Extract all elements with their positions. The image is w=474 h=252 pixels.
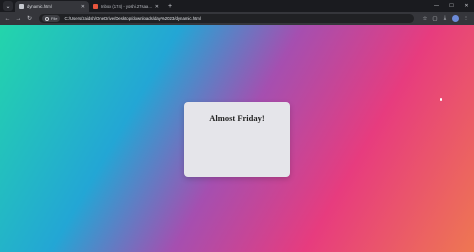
tab-title: dynamic.html <box>27 4 52 9</box>
navigation-toolbar: ← → ↻ File C:/Users/zaidsh/OneDrive/Desk… <box>0 12 474 25</box>
new-tab-button[interactable]: + <box>168 2 172 12</box>
window-controls: — ☐ ✕ <box>429 0 474 12</box>
address-bar[interactable]: File C:/Users/zaidsh/OneDrive/Desktop/do… <box>39 14 414 23</box>
extensions-icon[interactable]: ▢ <box>430 16 440 22</box>
forward-icon[interactable]: → <box>14 14 23 23</box>
download-icon[interactable]: ⤓ <box>440 15 450 22</box>
page-viewport: Almost Friday! <box>0 25 474 252</box>
file-icon <box>19 4 24 9</box>
close-icon[interactable]: ✕ <box>155 4 159 10</box>
mouse-cursor <box>440 98 442 101</box>
mail-icon <box>93 4 98 9</box>
bookmark-star-icon[interactable]: ☆ <box>420 16 430 22</box>
site-info-chip[interactable]: File <box>42 15 61 22</box>
back-icon[interactable]: ← <box>3 14 12 23</box>
card-title: Almost Friday! <box>209 113 265 123</box>
reload-icon[interactable]: ↻ <box>25 14 34 23</box>
profile-avatar[interactable] <box>452 15 459 22</box>
info-icon <box>45 16 49 21</box>
window-close-icon[interactable]: ✕ <box>459 3 474 9</box>
close-icon[interactable]: ✕ <box>81 4 85 10</box>
tab-dynamic[interactable]: dynamic.html ✕ <box>15 1 89 12</box>
tab-strip: ⌄ dynamic.html ✕ Inbox (174) - yoshi.27s… <box>0 0 474 12</box>
toolbar-icons: ☆ ▢ ⤓ ⋮ <box>420 15 471 22</box>
chevron-down-icon: ⌄ <box>5 3 11 10</box>
tab-title: Inbox (174) - yoshi.27saad@gm... <box>101 4 153 9</box>
url-text[interactable]: C:/Users/zaidsh/OneDrive/Desktop/downloa… <box>64 16 200 21</box>
tab-inbox[interactable]: Inbox (174) - yoshi.27saad@gm... ✕ <box>89 1 163 12</box>
message-card: Almost Friday! <box>184 102 290 177</box>
menu-icon[interactable]: ⋮ <box>461 16 471 22</box>
file-chip-label: File <box>51 16 58 21</box>
minimize-icon[interactable]: — <box>429 3 444 9</box>
tab-search-button[interactable]: ⌄ <box>3 1 13 11</box>
maximize-icon[interactable]: ☐ <box>444 3 459 9</box>
browser-window: ⌄ dynamic.html ✕ Inbox (174) - yoshi.27s… <box>0 0 474 252</box>
